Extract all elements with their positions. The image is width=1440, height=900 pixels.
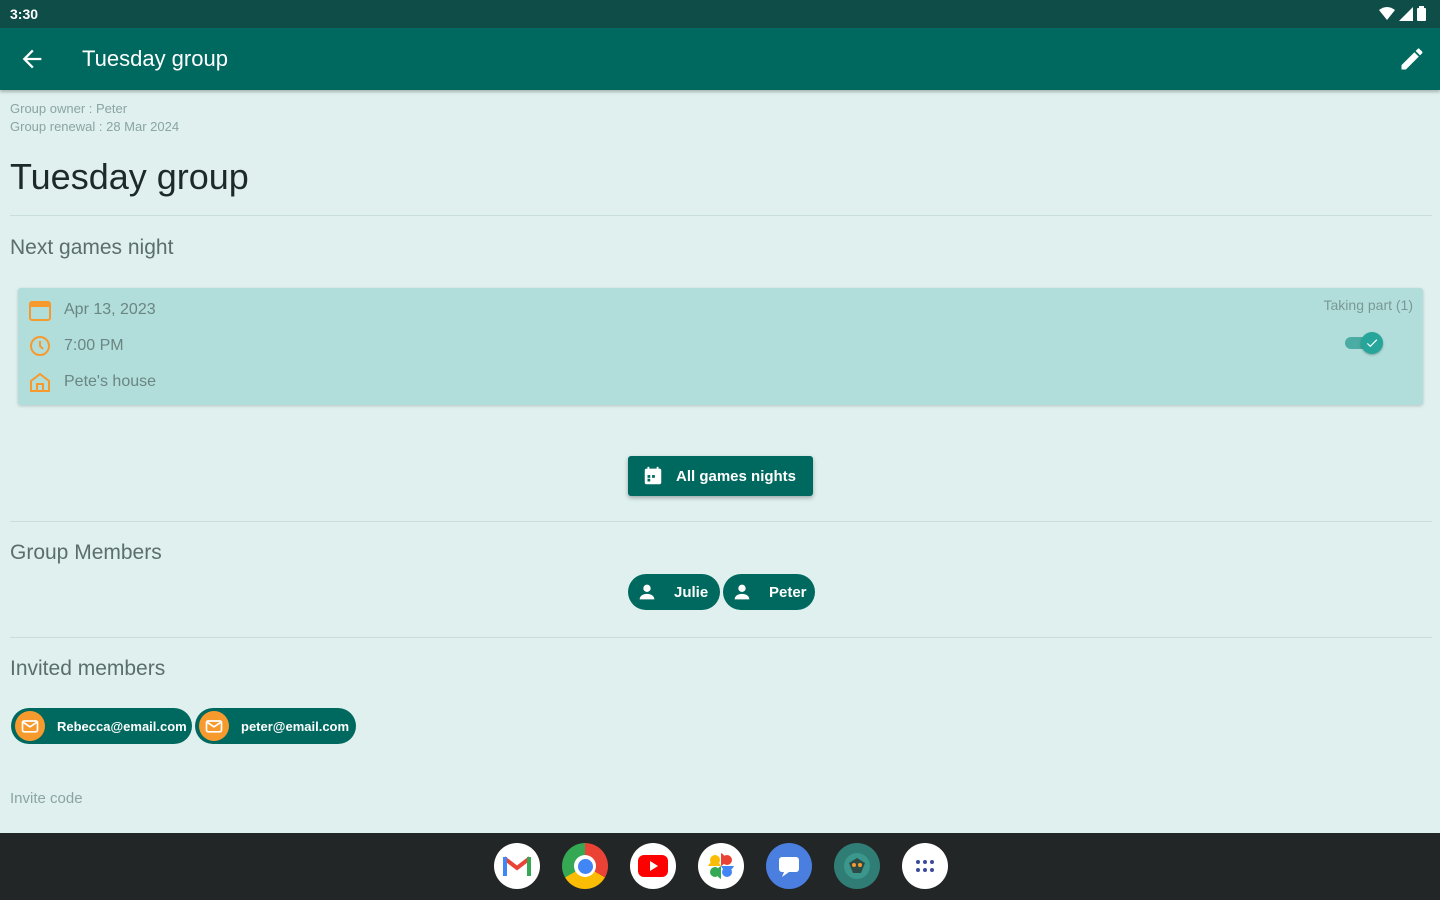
- calendar-icon: [644, 466, 662, 485]
- navigation-bar: [0, 833, 1440, 900]
- app-drawer-icon[interactable]: [902, 843, 948, 889]
- youtube-icon[interactable]: [630, 843, 676, 889]
- next-games-night-heading: Next games night: [10, 236, 174, 259]
- group-members-heading: Group Members: [10, 541, 162, 564]
- member-chip-peter[interactable]: Peter: [723, 574, 815, 610]
- group-owner: Group owner : Peter: [10, 101, 128, 116]
- page-title: Tuesday group: [10, 156, 249, 197]
- gmail-icon[interactable]: [494, 843, 540, 889]
- taking-part-toggle[interactable]: [1343, 332, 1385, 354]
- board-game-app-icon[interactable]: [834, 843, 880, 889]
- invited-members-heading: Invited members: [10, 657, 166, 680]
- member-name: Julie: [674, 583, 709, 601]
- event-date-row: Apr 13, 2023: [28, 298, 156, 322]
- clock-icon: [30, 336, 50, 356]
- invite-email: peter@email.com: [241, 718, 350, 734]
- envelope-icon: [199, 711, 229, 741]
- toggle-knob: [1361, 332, 1383, 354]
- person-icon: [727, 577, 757, 607]
- invite-chip-rebecca[interactable]: Rebecca@email.com: [11, 708, 192, 744]
- photos-icon[interactable]: [698, 843, 744, 889]
- signal-icon: [1399, 6, 1413, 21]
- person-icon: [632, 577, 662, 607]
- event-location-row: Pete's house: [28, 370, 156, 394]
- house-icon: [30, 372, 50, 392]
- event-location: Pete's house: [64, 373, 157, 390]
- group-meta: Group owner : Peter Group renewal : 28 M…: [10, 100, 179, 136]
- wifi-icon: [1379, 6, 1395, 20]
- all-games-nights-label: All games nights: [676, 467, 797, 485]
- envelope-icon: [15, 711, 45, 741]
- app-bar: Tuesday group: [0, 28, 1440, 90]
- arrow-back-icon[interactable]: [18, 45, 46, 73]
- event-time: 7:00 PM: [64, 337, 124, 354]
- invite-code-label: Invite code: [10, 790, 83, 807]
- calendar-icon: [29, 301, 51, 321]
- app-dock: [494, 843, 948, 889]
- taking-part-label: Taking part (1): [1323, 297, 1413, 313]
- check-icon: [1366, 339, 1378, 348]
- member-name: Peter: [769, 583, 807, 601]
- invite-chip-peter[interactable]: peter@email.com: [195, 708, 356, 744]
- invite-email: Rebecca@email.com: [57, 718, 187, 734]
- status-bar: 3:30: [0, 0, 1440, 28]
- system-icons: [1379, 6, 1426, 21]
- battery-icon: [1417, 6, 1426, 21]
- event-time-row: 7:00 PM: [28, 334, 124, 358]
- group-renewal: Group renewal : 28 Mar 2024: [10, 119, 180, 134]
- divider: [10, 215, 1432, 216]
- member-chip-julie[interactable]: Julie: [628, 574, 720, 610]
- chrome-icon[interactable]: [562, 843, 608, 889]
- divider: [10, 521, 1432, 522]
- divider: [10, 637, 1432, 638]
- messages-icon[interactable]: [766, 843, 812, 889]
- event-date: Apr 13, 2023: [64, 301, 156, 318]
- app-bar-title: Tuesday group: [82, 46, 228, 71]
- pencil-icon[interactable]: [1398, 45, 1426, 73]
- all-games-nights-button[interactable]: All games nights: [628, 456, 813, 496]
- next-games-night-card[interactable]: Apr 13, 2023 7:00 PM Pete's house Taking…: [18, 288, 1423, 405]
- status-time: 3:30: [10, 6, 39, 22]
